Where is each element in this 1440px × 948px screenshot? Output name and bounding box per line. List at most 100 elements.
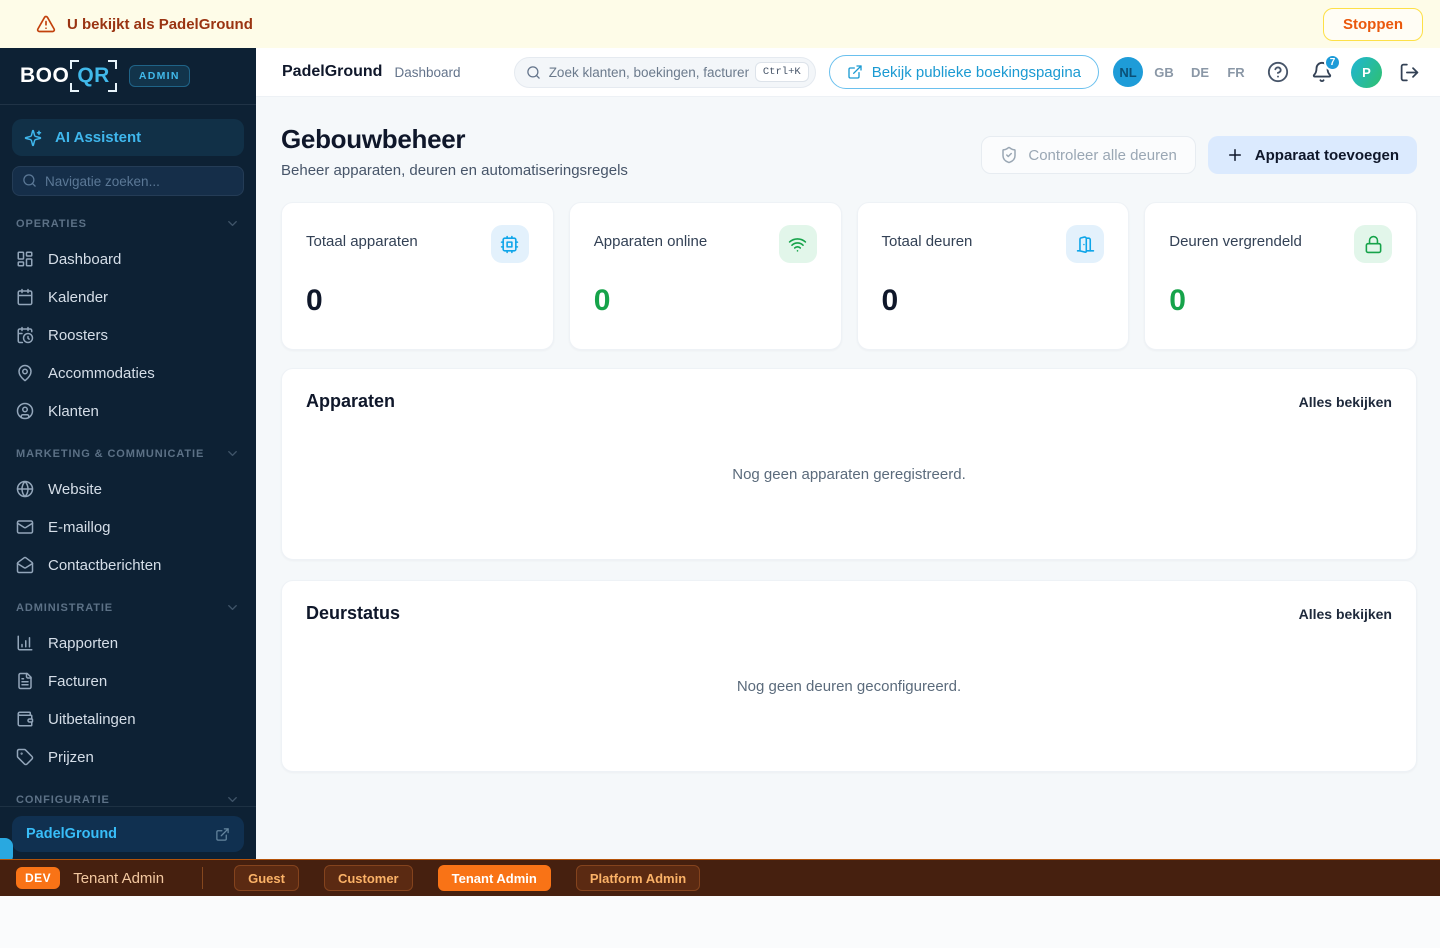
sidebar-item-kalender[interactable]: Kalender [0, 278, 256, 316]
sidebar-section-header-configuratie[interactable]: CONFIGURATIE [0, 776, 256, 806]
sidebar-search [12, 166, 244, 196]
role-button-tenant-admin[interactable]: Tenant Admin [438, 865, 551, 891]
sidebar-section-administratie: ADMINISTRATIE Rapporten Facturen Uitbetalin… [0, 584, 256, 776]
sidebar-item-label: Prijzen [48, 749, 94, 766]
sidebar-item-label: Contactberichten [48, 557, 161, 574]
sparkles-icon [24, 129, 42, 147]
sidebar-item-accommodaties[interactable]: Accommodaties [0, 354, 256, 392]
breadcrumb-page: Dashboard [394, 65, 460, 80]
sidebar-nav: OPERATIES Dashboard Kalender Roosters Accomm… [0, 200, 256, 806]
panel-title: Deurstatus [306, 603, 400, 624]
tenant-link-padelground[interactable]: PadelGround [12, 816, 244, 852]
sidebar-item-roosters[interactable]: Roosters [0, 316, 256, 354]
external-link-icon [847, 64, 863, 80]
section-label: CONFIGURATIE [16, 794, 110, 806]
sidebar-item-label: Kalender [48, 289, 108, 306]
role-button-guest[interactable]: Guest [234, 865, 299, 891]
add-device-button[interactable]: Apparaat toevoegen [1208, 136, 1417, 174]
sidebar-item-ai-assistent[interactable]: AI Assistent [12, 119, 244, 156]
sidebar-item-e-maillog[interactable]: E-maillog [0, 508, 256, 546]
warning-triangle-icon [36, 14, 56, 34]
sidebar-item-website[interactable]: Website [0, 470, 256, 508]
language-nl[interactable]: NL [1113, 57, 1143, 87]
role-button-platform-admin[interactable]: Platform Admin [576, 865, 700, 891]
sidebar-section-header-marketing-communicatie[interactable]: MARKETING & COMMUNICATIE [0, 430, 256, 470]
admin-badge: ADMIN [129, 65, 190, 87]
stat-card-totaal-apparaten: Totaal apparaten0 [281, 202, 554, 350]
chevron-down-icon [225, 216, 240, 231]
public-booking-page-button[interactable]: Bekijk publieke boekingspagina [829, 55, 1099, 89]
sidebar-item-label: Rapporten [48, 635, 118, 652]
stat-icon-box [1066, 225, 1104, 263]
sidebar-section-header-administratie[interactable]: ADMINISTRATIE [0, 584, 256, 624]
sidebar-section-operaties: OPERATIES Dashboard Kalender Roosters Accomm… [0, 200, 256, 430]
sidebar: BOOQR ADMIN AI Assistent OPERATIES Dashbo… [0, 48, 256, 859]
chevron-down-icon [225, 600, 240, 615]
ai-assistant-label: AI Assistent [55, 129, 141, 146]
role-switcher: Guest Customer Tenant Admin Platform Admin [234, 865, 700, 891]
impersonation-banner: U bekijkt als PadelGround Stoppen [0, 0, 1440, 48]
empty-state-text: Nog geen deuren geconfigureerd. [306, 624, 1392, 749]
check-all-doors-button[interactable]: Controleer alle deuren [981, 136, 1195, 174]
stat-value: 0 [594, 284, 817, 318]
language-gb[interactable]: GB [1149, 57, 1179, 87]
sidebar-item-facturen[interactable]: Facturen [0, 662, 256, 700]
globe-icon [16, 480, 34, 498]
section-label: MARKETING & COMMUNICATIE [16, 448, 204, 460]
notification-badge: 7 [1324, 54, 1341, 71]
stop-impersonation-button[interactable]: Stoppen [1323, 8, 1423, 41]
sidebar-item-label: Klanten [48, 403, 99, 420]
sidebar-item-rapporten[interactable]: Rapporten [0, 624, 256, 662]
sidebar-item-label: Uitbetalingen [48, 711, 136, 728]
stat-card-totaal-deuren: Totaal deuren 0 [857, 202, 1130, 350]
stat-label: Totaal deuren [882, 225, 973, 250]
language-de[interactable]: DE [1185, 57, 1215, 87]
sidebar-section-marketing-communicatie: MARKETING & COMMUNICATIE Website E-maillog… [0, 430, 256, 584]
shield-check-icon [1000, 146, 1018, 164]
stats-grid: Totaal apparaten0Apparaten online0Totaal… [281, 202, 1417, 350]
sidebar-item-klanten[interactable]: Klanten [0, 392, 256, 430]
top-navigation: PadelGround Dashboard Ctrl+K Bekijk publ… [256, 48, 1440, 97]
sidebar-item-prijzen[interactable]: Prijzen [0, 738, 256, 776]
cpu-icon [500, 235, 519, 254]
view-all-link-deurstatus[interactable]: Alles bekijken [1299, 606, 1392, 622]
avatar[interactable]: P [1351, 57, 1382, 88]
file-text-icon [16, 672, 34, 690]
breadcrumb-tenant[interactable]: PadelGround [282, 63, 382, 81]
stat-value: 0 [882, 284, 1105, 318]
tag-icon [16, 748, 34, 766]
search-icon [22, 173, 37, 188]
dashboard-icon [16, 250, 34, 268]
sidebar-item-contactberichten[interactable]: Contactberichten [0, 546, 256, 584]
logout-icon[interactable] [1399, 62, 1420, 83]
sidebar-search-input[interactable] [12, 166, 244, 196]
help-icon[interactable] [1267, 61, 1289, 83]
stat-icon-box [491, 225, 529, 263]
sidebar-item-label: E-maillog [48, 519, 111, 536]
sidebar-item-uitbetalingen[interactable]: Uitbetalingen [0, 700, 256, 738]
bar-chart-icon [16, 634, 34, 652]
sidebar-item-label: Roosters [48, 327, 108, 344]
booqr-logo[interactable]: BOOQR [20, 60, 117, 92]
panel-deurstatus: Deurstatus Alles bekijken Nog geen deuren … [281, 580, 1417, 772]
language-fr[interactable]: FR [1221, 57, 1251, 87]
view-all-link-apparaten[interactable]: Alles bekijken [1299, 394, 1392, 410]
notifications-button[interactable]: 7 [1311, 61, 1333, 83]
door-open-icon [1076, 235, 1095, 254]
stat-value: 0 [306, 284, 529, 318]
dev-toolbar: DEV Tenant Admin Guest Customer Tenant Adm… [0, 859, 1440, 896]
chevron-down-icon [225, 446, 240, 461]
section-label: OPERATIES [16, 218, 87, 230]
sidebar-item-dashboard[interactable]: Dashboard [0, 240, 256, 278]
mail-open-icon [16, 556, 34, 574]
panel-apparaten: ApparatenAlles bekijkenNog geen apparate… [281, 368, 1417, 560]
language-switcher: NLGBDEFR [1113, 57, 1251, 87]
current-role-label: Tenant Admin [73, 870, 164, 887]
sidebar-section-header-operaties[interactable]: OPERATIES [0, 200, 256, 240]
panels: ApparatenAlles bekijkenNog geen apparate… [281, 368, 1417, 772]
map-pin-icon [16, 364, 34, 382]
panel-title: Apparaten [306, 391, 395, 412]
plus-icon [1226, 146, 1244, 164]
role-button-customer[interactable]: Customer [324, 865, 413, 891]
dev-badge: DEV [16, 867, 60, 889]
